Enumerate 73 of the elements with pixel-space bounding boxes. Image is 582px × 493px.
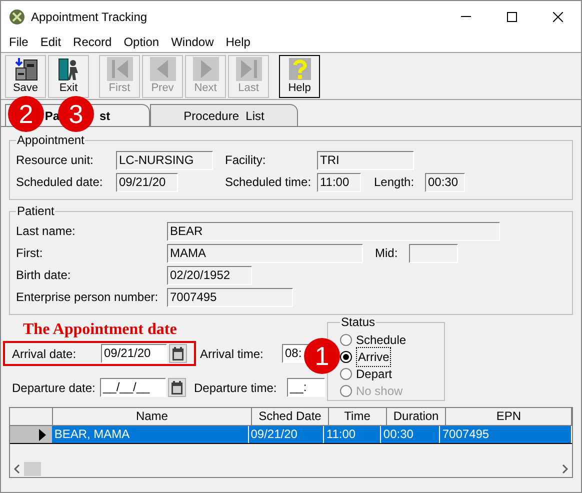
status-radio[interactable]: Depart — [340, 365, 432, 382]
table-cell: 00:30 — [381, 426, 440, 443]
cabinet-icon — [12, 57, 38, 81]
text-field[interactable]: 09/21/20 — [116, 172, 178, 192]
column-header[interactable]: Duration — [386, 408, 446, 425]
toolbar-button[interactable]: Exit — [48, 54, 89, 98]
callout-tooltip: 2 — [8, 96, 44, 132]
toolbar-button[interactable]: Save — [5, 54, 46, 98]
menu-item[interactable]: Help — [220, 33, 256, 51]
triangle-right-icon — [192, 57, 218, 81]
column-header[interactable]: Sched Date — [252, 408, 329, 425]
field-label: Facility: — [225, 152, 267, 169]
window-title: Appointment Tracking — [31, 8, 148, 26]
status-radio[interactable]: Arrive — [340, 348, 432, 365]
calendar-icon — [171, 380, 183, 394]
row-pointer-icon — [39, 428, 46, 440]
column-header[interactable]: EPN — [446, 408, 572, 425]
field-label: Enterprise person number: — [16, 289, 160, 306]
tab[interactable]: Procedure List — [150, 104, 298, 126]
text-field[interactable]: 7007495 — [167, 288, 293, 306]
text-field[interactable]: 00:30 — [425, 172, 465, 192]
column-header[interactable]: Time — [328, 408, 387, 425]
field-label: Arrival time: — [200, 346, 264, 362]
table-cell: BEAR, MAMA — [52, 426, 249, 443]
annotation-text: The Appointment date — [23, 321, 178, 339]
field-label: Birth date: — [16, 267, 72, 284]
table-row[interactable]: BEAR, MAMA 09/21/20 11:00 00:30 7007495 — [10, 426, 572, 444]
text-field[interactable]: 11:00 — [317, 172, 361, 192]
skip-forward-icon — [236, 57, 262, 81]
field-label: Mid: — [375, 245, 399, 262]
field-label: Arrival date: — [12, 346, 78, 362]
text-field[interactable]: 09/21/20 — [101, 344, 167, 363]
field-label: First: — [16, 245, 44, 262]
toolbar-button[interactable]: Help — [279, 54, 320, 98]
calendar-button[interactable] — [169, 344, 187, 363]
text-field[interactable]: __: — [287, 378, 325, 397]
column-header[interactable]: Name — [52, 408, 252, 425]
app-logo-icon — [9, 8, 25, 24]
triangle-left-icon — [150, 57, 176, 81]
menu-item[interactable]: Window — [165, 33, 220, 51]
callout-tooltip: 1 — [304, 338, 340, 374]
field-label: Resource unit: — [16, 152, 94, 169]
text-field[interactable]: 02/20/1952 — [167, 266, 252, 284]
menu-item[interactable]: Record — [67, 33, 118, 51]
text-field[interactable]: LC-NURSING — [116, 150, 213, 170]
text-field[interactable] — [409, 244, 458, 262]
close-icon — [553, 12, 563, 22]
field-label: Length: — [374, 174, 416, 191]
menu-item[interactable]: Edit — [34, 33, 68, 51]
text-field[interactable]: TRI — [317, 150, 414, 170]
status-radio[interactable]: Schedule — [340, 331, 432, 348]
text-field[interactable]: BEAR — [167, 222, 500, 240]
table-cell: 11:00 — [324, 426, 382, 443]
table-cell: 09/21/20 — [248, 426, 324, 443]
text-field[interactable]: MAMA — [167, 244, 363, 262]
minimize-icon — [461, 16, 471, 17]
calendar-icon — [172, 346, 184, 360]
callout-tooltip: 3 — [58, 96, 94, 132]
field-label: Departure date: — [12, 380, 96, 396]
text-field[interactable]: __/__/__ — [100, 378, 166, 397]
field-label: Last name: — [16, 223, 76, 240]
radio-circle[interactable] — [340, 350, 352, 362]
scrollbar-thumb[interactable] — [24, 462, 41, 476]
calendar-button[interactable] — [168, 378, 186, 397]
skip-back-icon — [106, 57, 132, 81]
menu-item[interactable]: File — [3, 33, 34, 51]
field-label: Departure time: — [194, 380, 278, 396]
maximize-icon — [507, 12, 517, 22]
question-icon — [286, 57, 312, 81]
menu-item[interactable]: Option — [118, 33, 166, 51]
field-label: Scheduled time: — [225, 174, 312, 191]
table-cell: 7007495 — [440, 426, 572, 443]
field-label: Scheduled date: — [16, 174, 104, 191]
